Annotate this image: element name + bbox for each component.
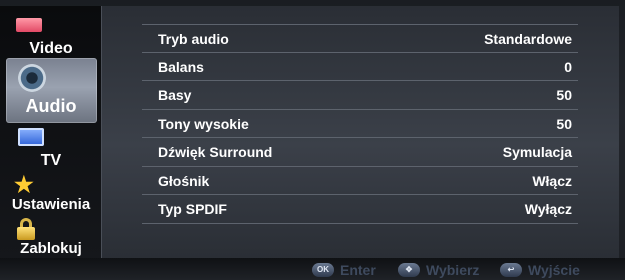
sidebar-item-label: Zablokuj	[20, 240, 82, 257]
select-hint-label: Wybierz	[426, 262, 480, 278]
star-icon: ★	[14, 172, 34, 197]
select-hint: ✥ Wybierz	[398, 262, 479, 278]
setting-name: Typ SPDIF	[158, 201, 227, 217]
sidebar-item-label: TV	[40, 152, 62, 169]
video-icon	[16, 18, 42, 32]
setting-value: 0	[564, 58, 572, 75]
audio-settings-panel: Tryb audio Standardowe Balans 0 Basy 50 …	[101, 6, 619, 258]
setting-value: Symulacja	[502, 144, 572, 160]
setting-value: 50	[556, 115, 572, 132]
lock-icon	[16, 218, 36, 240]
setting-value: Standardowe	[484, 31, 572, 47]
setting-row-basy[interactable]: Basy 50	[142, 81, 578, 110]
ok-button-icon: OK	[312, 263, 334, 277]
setting-name: Głośnik	[158, 172, 210, 189]
setting-row-dzwiek-surround[interactable]: Dźwięk Surround Symulacja	[142, 138, 578, 167]
return-icon: ↩	[500, 263, 522, 277]
setting-value: Włącz	[532, 172, 572, 189]
tv-menu-window: Video Audio TV ★ Ustawienia Zablokuj Try…	[0, 0, 625, 280]
sidebar-item-label: Audio	[25, 96, 77, 116]
exit-hint: ↩ Wyjście	[500, 262, 580, 278]
key-hints-bar: OK Enter ✥ Wybierz ↩ Wyjście	[0, 258, 625, 280]
setting-row-glosnik[interactable]: Głośnik Włącz	[142, 167, 578, 195]
speaker-icon	[18, 64, 46, 92]
setting-row-typ-spdif[interactable]: Typ SPDIF Wyłącz	[142, 195, 578, 224]
setting-row-tryb-audio[interactable]: Tryb audio Standardowe	[142, 24, 578, 53]
setting-name: Balans	[158, 58, 204, 75]
setting-value: Wyłącz	[524, 201, 572, 217]
sidebar-item-zablokuj[interactable]: Zablokuj	[6, 216, 96, 258]
setting-row-balans[interactable]: Balans 0	[142, 53, 578, 81]
sidebar-item-ustawienia[interactable]: ★ Ustawienia	[6, 172, 96, 214]
settings-list: Tryb audio Standardowe Balans 0 Basy 50 …	[142, 24, 578, 224]
setting-name: Tryb audio	[158, 31, 229, 47]
enter-hint-label: Enter	[340, 262, 376, 278]
sidebar-item-audio[interactable]: Audio	[6, 58, 97, 123]
sidebar-item-tv[interactable]: TV	[6, 124, 96, 170]
sidebar-item-video[interactable]: Video	[6, 14, 96, 58]
setting-value: 50	[556, 87, 572, 103]
setting-row-tony-wysokie[interactable]: Tony wysokie 50	[142, 110, 578, 138]
sidebar-item-label: Video	[29, 40, 73, 57]
setting-name: Basy	[158, 87, 192, 103]
setting-name: Tony wysokie	[158, 115, 249, 132]
enter-hint: OK Enter	[312, 262, 376, 278]
dpad-icon: ✥	[398, 263, 420, 277]
category-sidebar: Video Audio TV ★ Ustawienia Zablokuj	[0, 6, 101, 258]
sidebar-item-label: Ustawienia	[11, 196, 91, 213]
setting-name: Dźwięk Surround	[158, 144, 273, 160]
exit-hint-label: Wyjście	[528, 262, 580, 278]
tv-icon	[18, 128, 44, 146]
